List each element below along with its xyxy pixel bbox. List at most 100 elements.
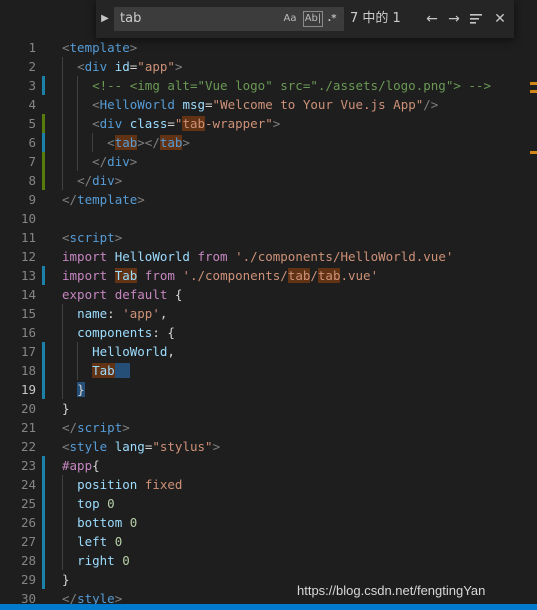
line-code: <script> <box>62 228 122 247</box>
code-token: template <box>69 40 130 55</box>
whole-word-button[interactable]: Ab| <box>303 11 323 27</box>
gutter-change-marker <box>42 532 45 551</box>
code-token: , <box>167 344 175 359</box>
line-code: <!-- <img alt="Vue logo" src="./assets/l… <box>62 76 491 95</box>
code-token: > <box>137 192 145 207</box>
line-code: } <box>62 380 85 399</box>
code-line[interactable]: 27 left 0 <box>0 532 537 551</box>
close-icon[interactable]: ✕ <box>490 8 510 30</box>
line-number: 26 <box>20 515 36 530</box>
code-line[interactable]: 1 <template> <box>0 38 537 57</box>
code-line[interactable]: 22 <style lang="stylus"> <box>0 437 537 456</box>
code-line[interactable]: 7 </div> <box>0 152 537 171</box>
code-token: < <box>107 135 115 150</box>
code-line[interactable]: 17 HelloWorld, <box>0 342 537 361</box>
code-token: } <box>77 382 85 397</box>
gutter-change-marker <box>42 551 45 570</box>
line-number: 18 <box>20 363 36 378</box>
toggle-replace-icon[interactable]: ▶ <box>100 12 110 26</box>
code-line[interactable]: 2 <div id="app"> <box>0 57 537 76</box>
find-in-selection-icon[interactable] <box>466 8 486 30</box>
code-line[interactable]: 13 import Tab from './components/tab/tab.… <box>0 266 537 285</box>
code-line[interactable]: 24 position fixed <box>0 475 537 494</box>
line-code: left 0 <box>62 532 122 551</box>
scrollbar-match-marker <box>530 82 537 85</box>
code-token: , <box>159 306 168 321</box>
code-line[interactable]: 25 top 0 <box>0 494 537 513</box>
code-token: < <box>62 439 70 454</box>
line-code: </template> <box>62 190 145 209</box>
code-token: < <box>92 97 100 112</box>
code-line[interactable]: 5 <div class="tab-wrapper"> <box>0 114 537 133</box>
code-line[interactable]: 21 </script> <box>0 418 537 437</box>
line-number: 16 <box>20 325 36 340</box>
code-line[interactable]: 9 </template> <box>0 190 537 209</box>
code-token: './components/HelloWorld.vue' <box>235 249 454 264</box>
line-number: 10 <box>20 211 36 226</box>
code-line[interactable]: 16 components: { <box>0 323 537 342</box>
next-match-icon[interactable]: → <box>444 8 464 30</box>
line-number: 7 <box>28 154 36 169</box>
code-token: : <box>107 306 123 321</box>
line-number: 15 <box>20 306 36 321</box>
gutter-change-marker <box>42 456 45 475</box>
gutter-change-marker <box>42 266 45 285</box>
code-line[interactable]: 14 export default { <box>0 285 537 304</box>
code-token: script <box>69 230 115 245</box>
code-line[interactable]: 15 name: 'app', <box>0 304 537 323</box>
code-line[interactable]: 11 <script> <box>0 228 537 247</box>
code-line[interactable]: 19 } <box>0 380 537 399</box>
code-token: } <box>62 401 70 416</box>
code-line[interactable]: 20} <box>0 399 537 418</box>
line-number: 19 <box>20 382 36 397</box>
match-case-button[interactable]: Aa <box>282 11 298 27</box>
code-line[interactable]: 28 right 0 <box>0 551 537 570</box>
line-code: <div class="tab-wrapper"> <box>62 114 280 133</box>
line-number: 5 <box>28 116 36 131</box>
code-token: </ <box>62 192 78 207</box>
code-token: > <box>272 116 281 131</box>
code-token: class <box>129 116 168 131</box>
code-token: > <box>182 135 190 150</box>
code-token: "stylus" <box>152 439 213 454</box>
code-editor[interactable]: 1 <template> 2 <div id="app"> 3 <!-- <img a… <box>0 0 537 610</box>
code-token: tab <box>287 268 311 283</box>
code-line[interactable]: 23 #app{ <box>0 456 537 475</box>
code-line[interactable]: 4 <HelloWorld msg="Welcome to Your Vue.j… <box>0 95 537 114</box>
line-code: <style lang="stylus"> <box>62 437 220 456</box>
code-token: / <box>310 268 318 283</box>
code-line[interactable]: 18 Tab <box>0 361 537 380</box>
code-line[interactable]: 12 import HelloWorld from './components/H… <box>0 247 537 266</box>
vertical-scrollbar[interactable] <box>523 0 537 610</box>
regex-button[interactable]: .* <box>325 11 339 27</box>
code-line[interactable]: 26 bottom 0 <box>0 513 537 532</box>
line-code: import Tab from './components/tab/tab.vu… <box>62 266 378 285</box>
previous-match-icon[interactable]: ← <box>422 8 442 30</box>
code-token: lang <box>114 439 145 454</box>
code-token: right <box>77 553 115 568</box>
code-line[interactable]: 10 <box>0 209 537 228</box>
line-number: 27 <box>20 534 36 549</box>
code-token: 'app' <box>122 306 160 321</box>
code-token: < <box>62 40 70 55</box>
code-line[interactable]: 6 <tab></tab> <box>0 133 537 152</box>
code-line[interactable]: 8 </div> <box>0 171 537 190</box>
code-line[interactable]: 3 <!-- <img alt="Vue logo" src="./assets… <box>0 76 537 95</box>
code-token: div <box>107 154 130 169</box>
code-token: HelloWorld <box>99 97 175 112</box>
